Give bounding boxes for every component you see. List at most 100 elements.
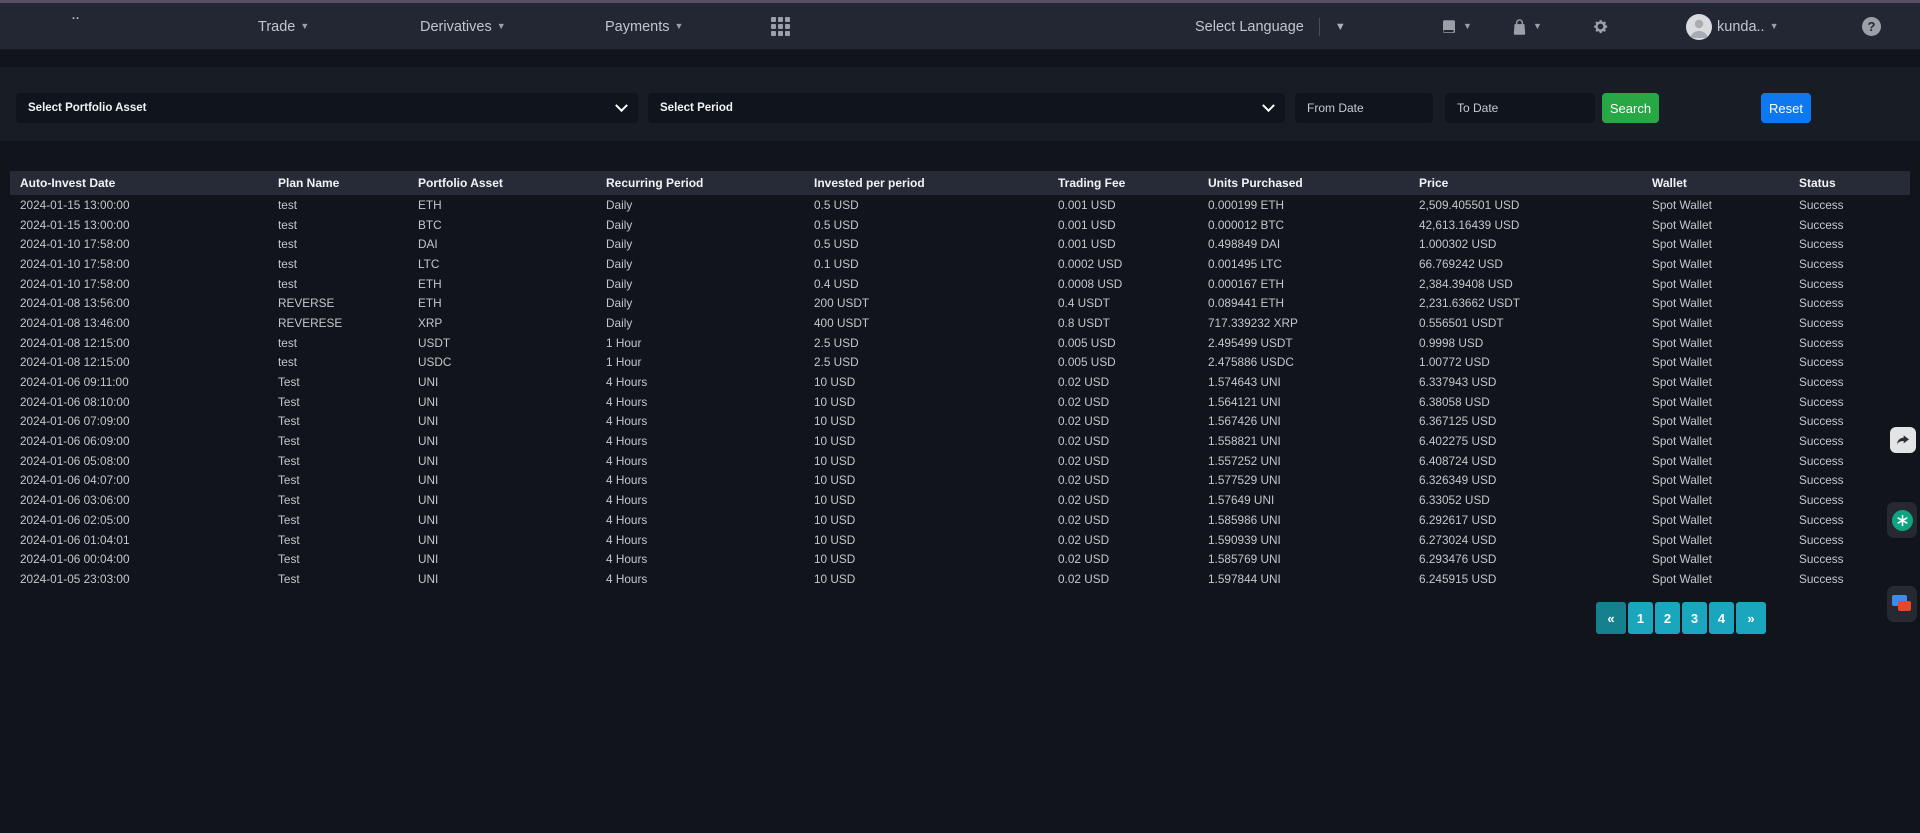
nav-menu-payments[interactable]: Payments ▼ [605, 3, 683, 50]
table-cell: UNI [408, 395, 596, 409]
table-cell: Spot Wallet [1642, 375, 1789, 389]
table-cell: 0.498849 DAI [1198, 237, 1409, 251]
table-cell: DAI [408, 237, 596, 251]
period-select-label: Select Period [660, 102, 733, 114]
table-cell: USDC [408, 355, 596, 369]
table-cell: 4 Hours [596, 434, 804, 448]
settings-button[interactable] [1592, 3, 1609, 50]
site-logo[interactable]: .. [72, 11, 80, 22]
pagination-page-button[interactable]: 3 [1682, 602, 1707, 634]
table-cell: Spot Wallet [1642, 513, 1789, 527]
table-row: 2024-01-06 00:04:00TestUNI4 Hours10 USD0… [10, 549, 1910, 569]
table-cell: UNI [408, 434, 596, 448]
reset-button[interactable]: Reset [1761, 93, 1811, 123]
search-button[interactable]: Search [1602, 93, 1659, 123]
table-cell: Daily [596, 218, 804, 232]
bag-icon [1511, 18, 1528, 36]
chevron-down-icon [615, 99, 628, 112]
pagination-prev-button[interactable]: « [1596, 602, 1626, 634]
table-cell: 0.5 USD [804, 218, 1048, 232]
pagination-page-button[interactable]: 4 [1709, 602, 1734, 634]
table-row: 2024-01-08 12:15:00testUSDC1 Hour2.5 USD… [10, 353, 1910, 373]
table-cell: 10 USD [804, 473, 1048, 487]
table-cell: Success [1789, 277, 1910, 291]
table-cell: Spot Wallet [1642, 277, 1789, 291]
from-date-input[interactable] [1307, 101, 1421, 115]
apps-grid-icon [771, 17, 790, 36]
table-cell: 6.273024 USD [1409, 533, 1642, 547]
table-cell: 0.02 USD [1048, 434, 1198, 448]
share-widget-button[interactable] [1890, 427, 1916, 453]
table-cell: 2024-01-06 05:08:00 [10, 454, 268, 468]
table-cell: Spot Wallet [1642, 395, 1789, 409]
table-row: 2024-01-08 12:15:00testUSDT1 Hour2.5 USD… [10, 333, 1910, 353]
table-cell: Spot Wallet [1642, 473, 1789, 487]
table-cell: 10 USD [804, 395, 1048, 409]
table-cell: Spot Wallet [1642, 237, 1789, 251]
period-select[interactable]: Select Period [648, 93, 1285, 123]
table-row: 2024-01-06 05:08:00TestUNI4 Hours10 USD0… [10, 451, 1910, 471]
chat-widget-button[interactable] [1887, 586, 1917, 622]
table-cell: test [268, 336, 408, 350]
table-cell: 2.475886 USDC [1198, 355, 1409, 369]
pagination-page-button[interactable]: 2 [1655, 602, 1680, 634]
table-cell: Test [268, 493, 408, 507]
table-cell: 2024-01-06 02:05:00 [10, 513, 268, 527]
portfolio-asset-select[interactable]: Select Portfolio Asset [16, 93, 638, 123]
pagination-page-button[interactable]: 1 [1628, 602, 1653, 634]
column-header: Trading Fee [1048, 176, 1198, 190]
table-cell: REVERESE [268, 316, 408, 330]
table-cell: 6.33052 USD [1409, 493, 1642, 507]
table-cell: 4 Hours [596, 493, 804, 507]
help-button[interactable]: ? [1862, 3, 1881, 50]
assistant-widget-button[interactable] [1887, 502, 1917, 538]
table-cell: 0.02 USD [1048, 375, 1198, 389]
table-cell: 10 USD [804, 572, 1048, 586]
pagination-next-button[interactable]: » [1736, 602, 1766, 634]
table-cell: Spot Wallet [1642, 454, 1789, 468]
table-cell: 0.1 USD [804, 257, 1048, 271]
table-cell: 0.0002 USD [1048, 257, 1198, 271]
table-cell: Daily [596, 296, 804, 310]
table-cell: 10 USD [804, 375, 1048, 389]
assets-menu-button[interactable]: ▼ [1511, 3, 1542, 50]
column-header: Wallet [1642, 176, 1789, 190]
table-cell: Success [1789, 198, 1910, 212]
table-cell: 0.001495 LTC [1198, 257, 1409, 271]
table-cell: Success [1789, 316, 1910, 330]
table-cell: UNI [408, 375, 596, 389]
select-language-label: Select Language [1195, 19, 1304, 35]
payments-menu-label: Payments [605, 19, 669, 35]
table-cell: Test [268, 375, 408, 389]
nav-menu-derivatives[interactable]: Derivatives ▼ [420, 3, 506, 50]
to-date-input[interactable] [1457, 101, 1583, 115]
orders-menu-button[interactable]: ▼ [1440, 3, 1472, 50]
nav-menu-trade[interactable]: Trade ▼ [258, 3, 309, 50]
table-cell: 0.5 USD [804, 237, 1048, 251]
auto-invest-history-table: Auto-Invest DatePlan NamePortfolio Asset… [10, 171, 1910, 589]
table-cell: 2024-01-06 09:11:00 [10, 375, 268, 389]
table-cell: 1.00772 USD [1409, 355, 1642, 369]
table-cell: Success [1789, 395, 1910, 409]
user-menu[interactable]: kunda.. ▼ [1686, 3, 1779, 50]
table-cell: 2024-01-08 13:56:00 [10, 296, 268, 310]
table-cell: Spot Wallet [1642, 552, 1789, 566]
table-cell: 0.4 USDT [1048, 296, 1198, 310]
table-cell: UNI [408, 473, 596, 487]
trade-menu-label: Trade [258, 19, 295, 35]
language-selector[interactable]: Select Language ▼ [1195, 3, 1346, 50]
from-date-field[interactable] [1295, 93, 1433, 123]
table-cell: 1.590939 UNI [1198, 533, 1409, 547]
table-cell: ETH [408, 277, 596, 291]
chevron-down-icon: ▼ [674, 22, 683, 31]
table-cell: 2.5 USD [804, 336, 1048, 350]
table-cell: Success [1789, 296, 1910, 310]
table-cell: 4 Hours [596, 513, 804, 527]
apps-grid-button[interactable] [771, 3, 790, 50]
table-cell: 0.9998 USD [1409, 336, 1642, 350]
chevron-down-icon: ▼ [497, 22, 506, 31]
to-date-field[interactable] [1445, 93, 1595, 123]
table-cell: Success [1789, 336, 1910, 350]
table-cell: 10 USD [804, 552, 1048, 566]
table-cell: 10 USD [804, 414, 1048, 428]
